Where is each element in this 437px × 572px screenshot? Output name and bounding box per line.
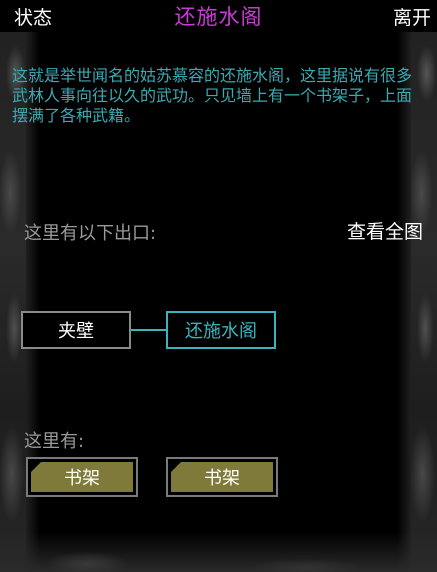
current-room[interactable]: 还施水阁 bbox=[166, 311, 276, 349]
object-button-face: 书架 bbox=[31, 462, 133, 492]
object-button-face: 书架 bbox=[171, 462, 273, 492]
bottom-border-decoration bbox=[0, 532, 437, 572]
exit-room-label: 夹壁 bbox=[58, 321, 94, 342]
objects-label: 这里有: bbox=[24, 431, 85, 452]
room-title: 还施水阁 bbox=[174, 5, 263, 29]
room-description: 这就是举世闻名的姑苏慕容的还施水阁，这里据说有很多武林人事向往以久的武功。只见墙… bbox=[12, 66, 413, 125]
object-button-bookshelf-2[interactable]: 书架 bbox=[166, 457, 278, 497]
room-connector-line bbox=[131, 329, 166, 331]
object-button-bookshelf-1[interactable]: 书架 bbox=[26, 457, 138, 497]
object-label: 书架 bbox=[64, 468, 100, 489]
object-label: 书架 bbox=[204, 468, 240, 489]
current-room-label: 还施水阁 bbox=[185, 321, 257, 342]
exits-label: 这里有以下出口: bbox=[24, 223, 157, 244]
leave-button[interactable]: 离开 bbox=[393, 3, 431, 30]
exit-room-jiabi[interactable]: 夹壁 bbox=[21, 311, 131, 349]
top-bar: 状态 还施水阁 离开 bbox=[0, 0, 437, 32]
view-full-map-button[interactable]: 查看全图 bbox=[347, 217, 423, 244]
